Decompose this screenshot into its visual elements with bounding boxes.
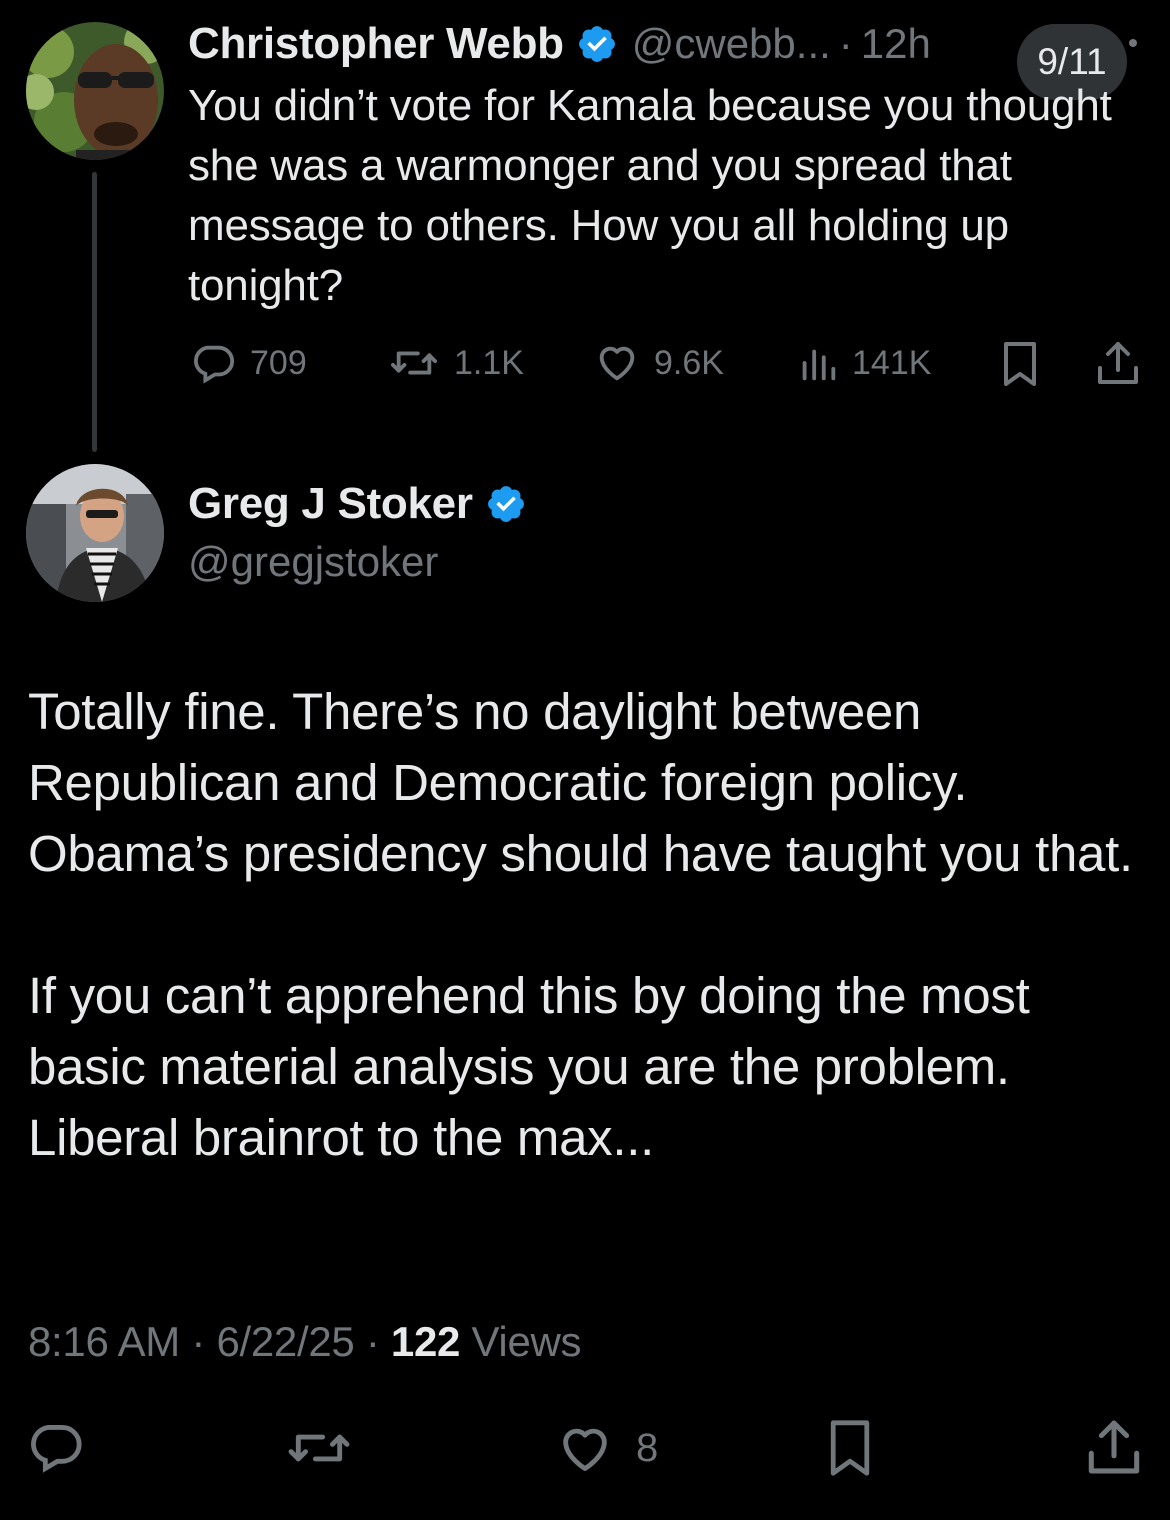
bookmark-button[interactable] [826,1418,874,1478]
reply-tweet-text: Totally fine. There’s no daylight betwee… [28,676,1138,1173]
reply-paragraph: Totally fine. There’s no daylight betwee… [28,683,1133,882]
bar-chart-icon [798,340,838,386]
repost-icon [286,1434,352,1480]
meta-separator: · [838,20,853,67]
heart-icon [556,1420,614,1476]
repost-count: 1.1K [454,343,524,382]
bookmark-icon [1000,342,1040,392]
reply-author-name[interactable]: Greg J Stoker [188,479,473,529]
meta-separator: · [191,1318,206,1365]
verified-badge-icon [576,23,618,65]
reply-paragraph: If you can’t apprehend this by doing the… [28,967,1030,1166]
like-count: 9.6K [654,343,724,382]
avatar-christopher-webb[interactable] [26,22,164,160]
meta-separator: · [365,1318,380,1365]
parent-author-name[interactable]: Christopher Webb [188,19,564,69]
parent-tweet-header: Christopher Webb @cwebb... · 12h [188,14,931,74]
bookmark-icon [826,1420,874,1482]
reply-button[interactable] [26,1420,84,1476]
more-options-icon[interactable] [1126,36,1140,50]
views-button[interactable]: 141K [798,340,931,386]
avatar-greg-j-stoker[interactable] [26,464,164,602]
like-count: 8 [636,1425,659,1470]
reply-count: 709 [250,343,307,382]
reply-meta: 8:16 AM · 6/22/25 · 122 Views [28,1318,582,1366]
repost-button[interactable]: 1.1K [388,340,524,386]
views-count: 141K [852,343,932,382]
reply-time: 8:16 AM [28,1318,180,1365]
reply-author-block: Greg J Stoker @gregjstoker [188,474,527,590]
repost-icon [388,340,440,386]
reply-icon [190,340,236,386]
reply-author-handle[interactable]: @gregjstoker [188,534,527,590]
like-button[interactable]: 8 [556,1420,658,1476]
repost-button[interactable] [286,1420,352,1476]
parent-timestamp[interactable]: 12h [861,20,931,68]
like-button[interactable]: 9.6K [594,340,724,386]
reply-icon [26,1425,84,1480]
reply-views-label: Views [471,1318,582,1365]
bookmark-button[interactable] [1000,340,1040,388]
share-icon [1086,1420,1142,1480]
reply-button[interactable]: 709 [190,340,307,386]
heart-icon [594,340,640,386]
reply-views-count: 122 [390,1318,461,1365]
share-button[interactable] [1096,340,1140,386]
verified-badge-icon [485,483,527,525]
reply-date: 6/22/25 [216,1318,355,1365]
share-button[interactable] [1086,1418,1142,1476]
share-icon [1096,342,1140,390]
thread-connector-line [92,172,97,452]
parent-tweet-text: You didn’t vote for Kamala because you t… [188,81,1112,310]
parent-author-handle[interactable]: @cwebb... [632,20,831,68]
